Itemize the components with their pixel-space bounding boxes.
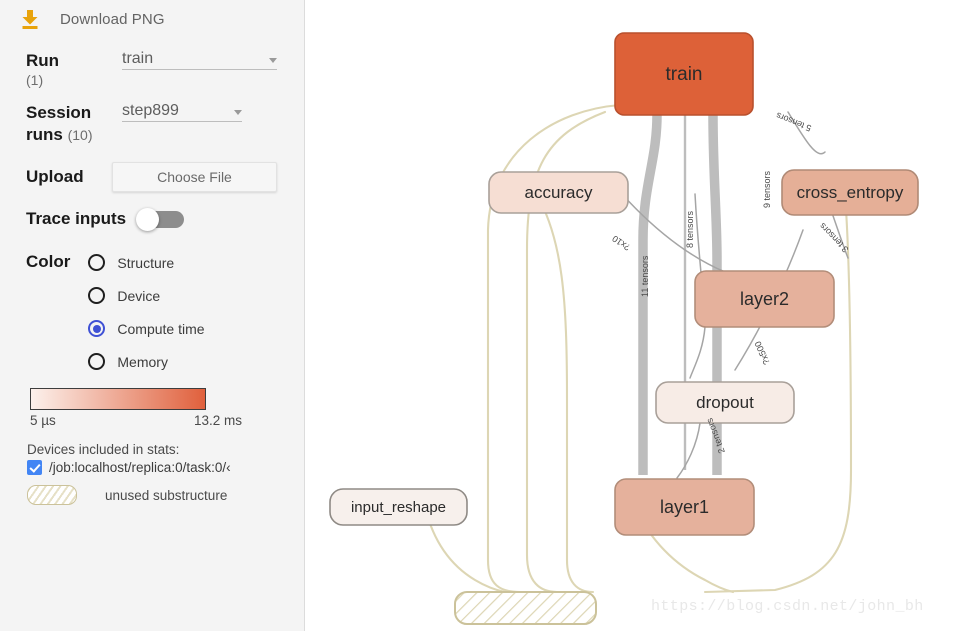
graph-node-label-accuracy: accuracy	[524, 183, 593, 202]
graph-node-layer1[interactable]: layer1	[614, 478, 755, 536]
graph-node-dropout[interactable]: dropout	[655, 381, 795, 424]
edge-label-3: 8 tensors	[685, 210, 695, 248]
chevron-down-icon	[234, 110, 242, 115]
color-control: Color Structure Device Compute time Memo…	[0, 246, 304, 378]
color-option-structure[interactable]: Structure	[88, 246, 204, 279]
color-option-compute-time[interactable]: Compute time	[88, 312, 205, 345]
edge-layer2-dropout-2	[689, 326, 706, 379]
graph-node-label-input_reshape: input_reshape	[351, 499, 446, 516]
graph-node-input_reshape[interactable]: input_reshape	[329, 488, 468, 526]
choose-file-button[interactable]: Choose File	[112, 162, 277, 192]
session-runs-control: Session runs (10) step899	[0, 102, 304, 146]
unused-substructure-swatch	[27, 485, 77, 505]
color-option-compute-time-label: Compute time	[117, 320, 205, 337]
graph-node-label-layer1: layer1	[660, 497, 709, 517]
radio-icon-structure[interactable]	[88, 254, 106, 271]
toggle-knob	[136, 208, 160, 231]
watermark: https://blog.csdn.net/john_bh	[651, 598, 924, 615]
gradient-scale: 5 µs 13.2 ms	[30, 413, 242, 428]
graph-node-layer2[interactable]: layer2	[694, 270, 835, 328]
radio-icon-memory[interactable]	[88, 353, 106, 370]
color-option-device-label: Device	[117, 287, 161, 304]
run-select-value: train	[122, 50, 154, 67]
gradient-bar	[30, 388, 206, 410]
graph-node-train[interactable]: train	[614, 32, 754, 116]
edge-label-4: 11 tensors	[640, 255, 650, 297]
edge-eight-tensors	[694, 193, 702, 274]
edge-label-6: ?x500	[753, 340, 772, 366]
compute-time-legend: 5 µs 13.2 ms	[0, 388, 304, 428]
radio-icon-device[interactable]	[88, 287, 106, 304]
color-option-memory[interactable]: Memory	[88, 345, 204, 378]
upload-control: Upload Choose File	[0, 162, 304, 192]
device-checkbox[interactable]	[27, 460, 42, 475]
radio-icon-compute-time[interactable]	[88, 320, 106, 337]
download-png-button[interactable]: Download PNG	[0, 0, 304, 36]
graph-node-label-dropout: dropout	[696, 393, 754, 412]
color-label: Color	[26, 252, 71, 271]
edge-label-2: ?x10	[610, 233, 632, 252]
run-control: Run (1) train	[0, 50, 304, 88]
sidebar: Download PNG Run (1) train Session runs …	[0, 0, 305, 631]
devices-section: Devices included in stats: /job:localhos…	[0, 442, 304, 505]
download-icon	[0, 6, 60, 32]
graph-node-label-cross_entropy: cross_entropy	[797, 183, 904, 202]
session-run-select[interactable]: step899	[122, 102, 242, 122]
session-select-value: step899	[122, 102, 179, 119]
color-option-memory-label: Memory	[117, 353, 168, 370]
session-runs-count: (10)	[67, 127, 93, 143]
edge-dropout-layer1	[676, 422, 701, 479]
chevron-down-icon	[269, 58, 277, 63]
trace-inputs-toggle[interactable]	[136, 208, 185, 231]
graph-node-accuracy[interactable]: accuracy	[488, 171, 629, 214]
session-runs-label: runs (10)	[26, 124, 108, 146]
device-list-item[interactable]: /job:localhost/replica:0/task:0/‹	[27, 460, 304, 475]
graph-node-label-train: train	[666, 64, 703, 85]
ref-accuracy-down	[534, 191, 595, 594]
graph-canvas[interactable]: train accuracy cross_entropy layer2 dropout l…	[305, 0, 964, 631]
unused-substructure-label: unused substructure	[105, 487, 228, 503]
edge-accuracy-layer2	[620, 192, 726, 273]
graph-node-label-layer2: layer2	[740, 289, 789, 309]
unused-substructure-legend: unused substructure	[27, 485, 304, 505]
device-name: /job:localhost/replica:0/task:0/‹	[49, 460, 231, 475]
gradient-min-label: 5 µs	[30, 413, 56, 428]
color-radio-group: Structure Device Compute time Memory	[88, 246, 205, 378]
edge-label-1: 9 tensors	[762, 170, 772, 208]
gradient-max-label: 13.2 ms	[193, 413, 242, 428]
devices-title: Devices included in stats:	[27, 442, 180, 457]
upload-label: Upload	[26, 167, 84, 186]
graph-node-unused-substructure[interactable]	[454, 591, 597, 625]
run-select[interactable]: train	[122, 50, 277, 70]
trace-inputs-label: Trace inputs	[26, 209, 127, 228]
session-label: Session	[26, 103, 92, 122]
trace-inputs-control: Trace inputs	[0, 208, 304, 231]
graph-node-cross_entropy[interactable]: cross_entropy	[781, 169, 919, 216]
run-label: Run	[26, 51, 60, 70]
session-runs-word: runs	[26, 125, 63, 144]
edge-label-0: 5 tensors	[774, 110, 813, 133]
color-option-device[interactable]: Device	[88, 279, 204, 312]
color-option-structure-label: Structure	[117, 254, 175, 271]
edge-label-5: 3 tensors	[817, 221, 850, 255]
graph-svg: train accuracy cross_entropy layer2 dropout l…	[329, 32, 919, 625]
run-count: (1)	[26, 72, 44, 88]
download-png-label: Download PNG	[60, 10, 165, 28]
tensorboard-graph-page: Download PNG Run (1) train Session runs …	[0, 0, 964, 631]
